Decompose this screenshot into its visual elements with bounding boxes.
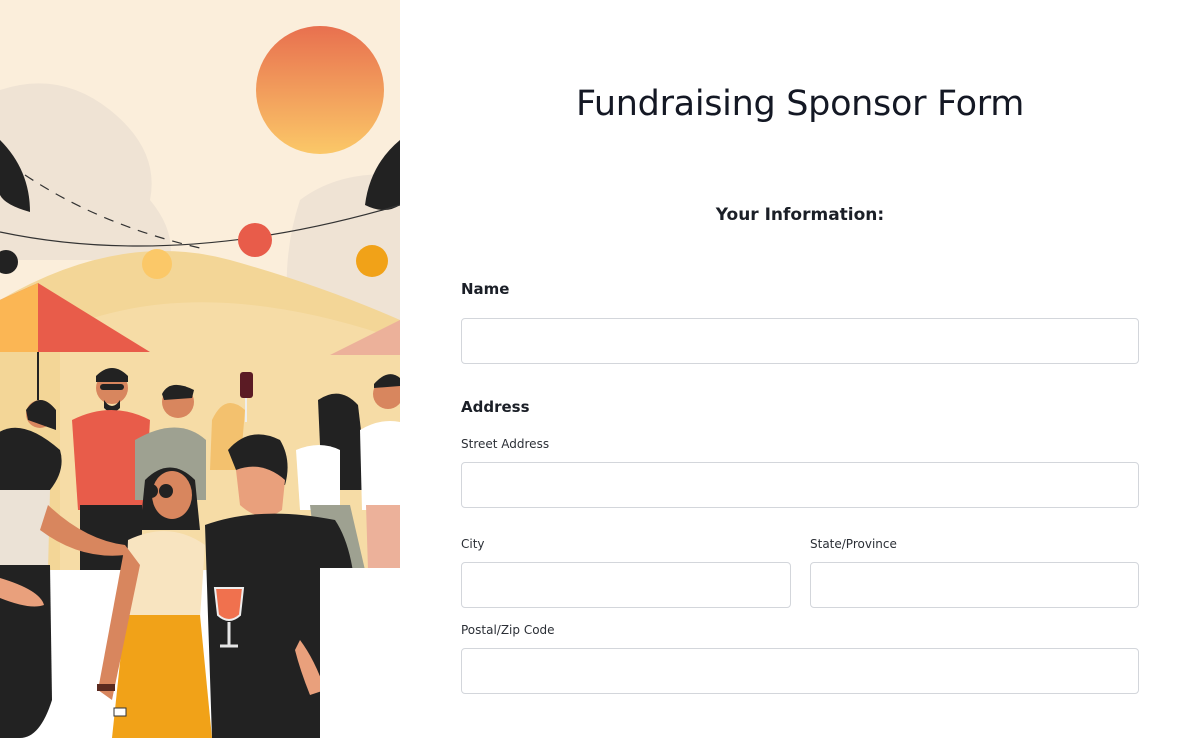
section-heading: Your Information: [715, 205, 885, 225]
name-label: Name [461, 280, 510, 298]
person-pants [366, 505, 400, 570]
lantern-shape [356, 245, 388, 277]
bracelet-shape [97, 684, 115, 691]
city-label: City [461, 537, 485, 551]
address-label: Address [461, 398, 530, 416]
person-shirt [0, 490, 50, 575]
event-illustration [0, 0, 400, 738]
lantern-shape [238, 223, 272, 257]
form-title: Fundraising Sponsor Form [575, 84, 1024, 124]
street-address-input[interactable] [461, 462, 1139, 508]
sun-shape [256, 26, 384, 154]
name-input[interactable] [461, 318, 1139, 364]
festival-crowd-illustration [0, 0, 400, 738]
sponsor-form: Fundraising Sponsor Form Your Informatio… [400, 0, 1200, 738]
person-shirt [296, 445, 340, 510]
wine-glass-icon [240, 372, 253, 398]
ground-background [320, 568, 400, 738]
postal-code-input[interactable] [461, 648, 1139, 694]
person-head [152, 471, 192, 519]
cup-icon [113, 707, 127, 717]
state-province-label: State/Province [810, 537, 897, 551]
street-address-label: Street Address [461, 437, 550, 451]
state-province-input[interactable] [810, 562, 1139, 608]
person-skirt [112, 615, 212, 738]
city-input[interactable] [461, 562, 791, 608]
sunglasses-icon [100, 384, 124, 390]
lantern-shape [142, 249, 172, 279]
postal-code-label: Postal/Zip Code [461, 623, 555, 637]
person-shirt [360, 421, 400, 510]
